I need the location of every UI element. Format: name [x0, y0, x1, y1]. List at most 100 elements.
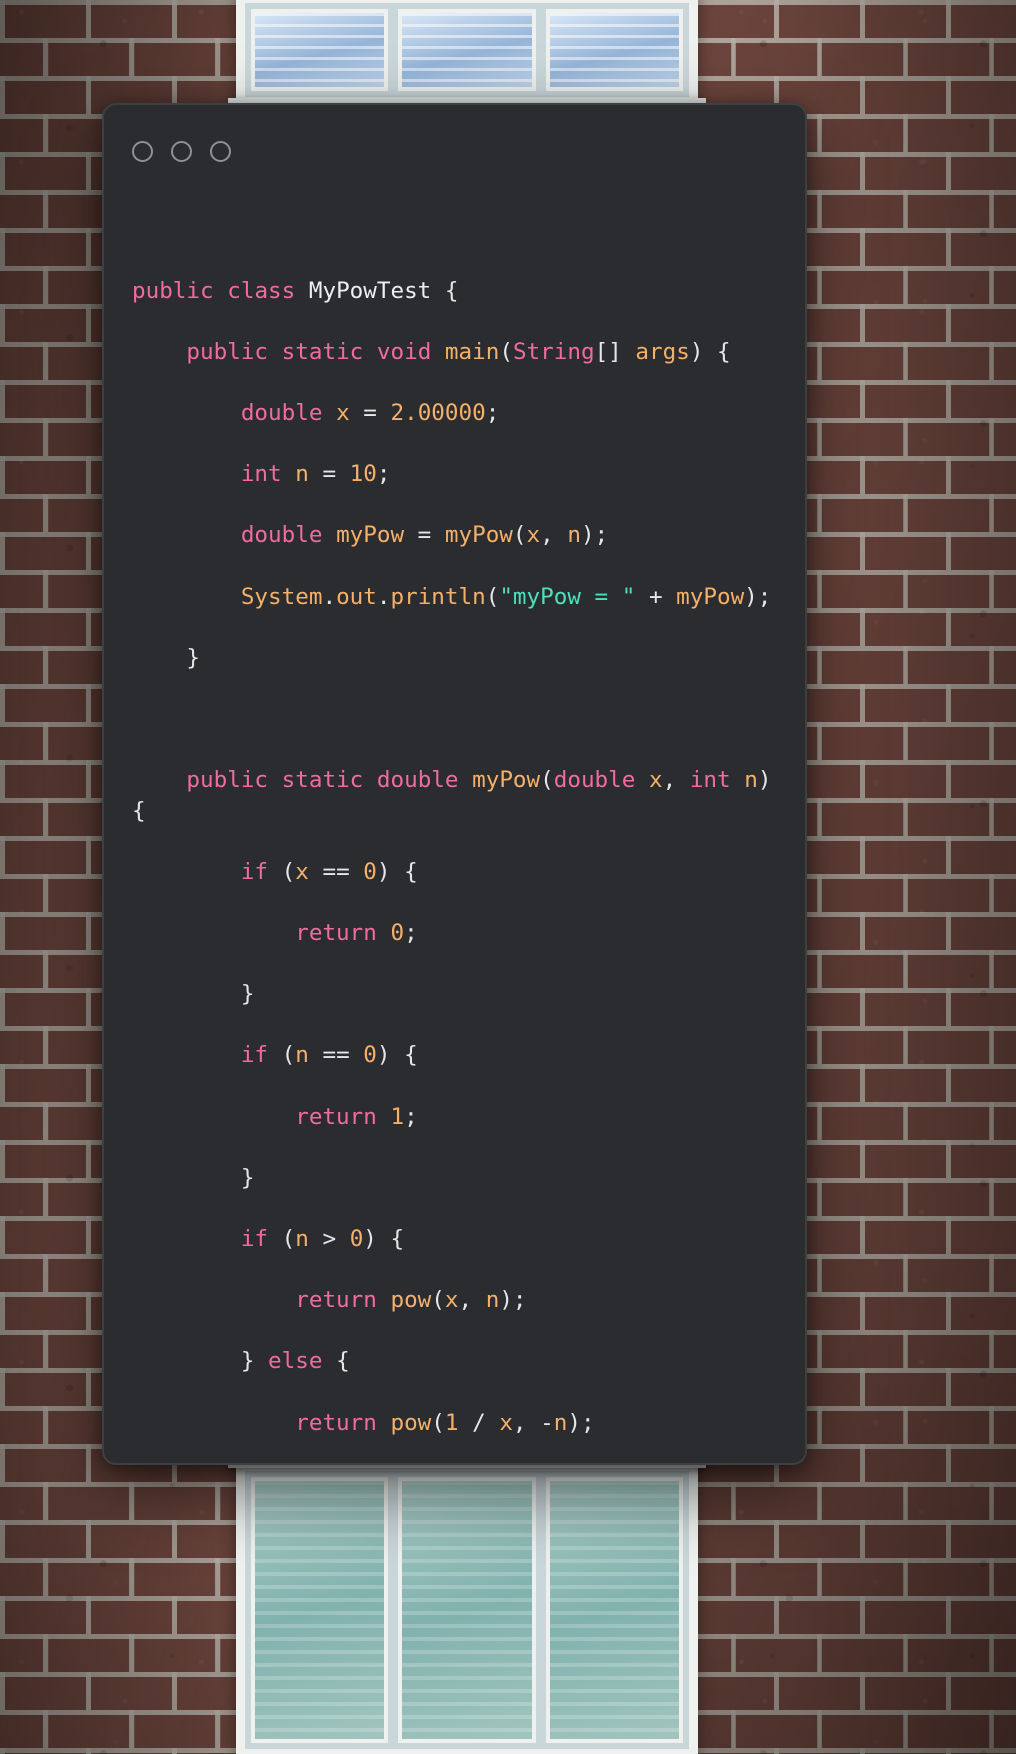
code-token: x — [444, 1287, 459, 1314]
code-token: println — [390, 583, 486, 610]
code-token: out — [336, 583, 377, 610]
code-line: return 0; — [132, 918, 795, 949]
code-token: n — [295, 1226, 309, 1252]
code-block[interactable]: public class MyPowTest { public static v… — [132, 276, 795, 1436]
code-token: n — [567, 522, 581, 549]
code-token: myPow — [444, 522, 513, 549]
code-token: ) { — [376, 1042, 418, 1069]
code-token: [] — [594, 338, 636, 365]
code-token: public — [132, 277, 214, 304]
code-token: ); — [499, 1287, 527, 1314]
code-token: int — [689, 767, 731, 794]
window-pane — [251, 9, 389, 91]
code-token: return — [295, 1287, 377, 1314]
code-line: int n = 10; — [132, 459, 795, 490]
code-line: System.out.println("myPow = " + myPow); — [132, 582, 795, 613]
code-token: , — [540, 522, 568, 549]
code-token: ; — [404, 920, 418, 947]
code-line: } — [132, 979, 795, 1010]
code-token: , — [662, 767, 690, 794]
code-token: if — [240, 1042, 269, 1069]
code-token: double — [240, 399, 323, 426]
code-line: public static void main(String[] args) { — [132, 337, 795, 368]
code-token: x — [648, 767, 663, 794]
code-token: { — [431, 277, 459, 304]
code-token: x — [295, 858, 309, 885]
code-line: if (n == 0) { — [132, 1040, 795, 1071]
code-token: ) { — [363, 1226, 405, 1252]
code-token: x — [526, 522, 541, 549]
close-icon[interactable] — [132, 140, 153, 162]
code-token: 10 — [349, 461, 377, 488]
code-line: } — [132, 643, 795, 674]
code-line: } — [132, 1163, 795, 1194]
code-token: ; — [404, 1103, 418, 1130]
code-token: x — [499, 1409, 513, 1436]
code-token: x — [336, 399, 350, 426]
code-token: == — [308, 1042, 364, 1069]
code-line: return pow(1 / x, -n); — [132, 1408, 795, 1439]
code-token: } — [132, 1348, 269, 1375]
code-token: 0 — [363, 1042, 377, 1069]
code-token: . — [322, 583, 337, 610]
code-token: } — [132, 981, 255, 1008]
minimize-icon[interactable] — [171, 140, 192, 162]
code-token: 1 — [390, 1103, 405, 1130]
code-token: myPow — [676, 583, 745, 610]
code-line: double myPow = myPow(x, n); — [132, 520, 795, 551]
code-token: pow — [390, 1409, 432, 1436]
code-token: ( — [268, 1042, 296, 1069]
code-token: } — [132, 1164, 255, 1191]
code-line: public static double myPow(double x, int… — [132, 765, 795, 826]
code-token: ( — [268, 858, 296, 885]
code-token: class — [227, 277, 296, 304]
code-token: ( — [540, 767, 554, 794]
window-panes-upper — [245, 3, 689, 97]
code-token: ) { — [689, 338, 731, 365]
window-lower — [228, 1454, 706, 1754]
code-token: > — [308, 1226, 350, 1252]
code-token: + — [635, 583, 677, 610]
code-line: public class MyPowTest { — [132, 276, 795, 307]
code-token: ); — [567, 1409, 595, 1436]
code-token: int — [240, 461, 282, 488]
code-token: ); — [744, 583, 772, 610]
code-line: double x = 2.00000; — [132, 398, 795, 429]
card-titlebar — [104, 105, 805, 197]
code-token: n — [295, 1042, 309, 1069]
code-token: = — [349, 399, 391, 426]
code-token: - — [540, 1409, 554, 1436]
code-token: double — [553, 767, 636, 794]
code-token: ( — [431, 1287, 445, 1314]
code-token: , — [458, 1287, 486, 1314]
code-token: if — [240, 1226, 269, 1252]
code-token: . — [376, 583, 391, 610]
code-token: public — [186, 338, 269, 365]
code-token: 2.00000 — [390, 399, 486, 426]
code-token: / — [458, 1409, 500, 1436]
code-token: String — [512, 338, 595, 365]
code-token: ( — [499, 338, 513, 365]
code-token: return — [295, 920, 377, 947]
code-token: ; — [485, 399, 500, 426]
code-token: ( — [485, 583, 500, 610]
window-pane — [545, 9, 683, 91]
zoom-icon[interactable] — [210, 140, 231, 162]
